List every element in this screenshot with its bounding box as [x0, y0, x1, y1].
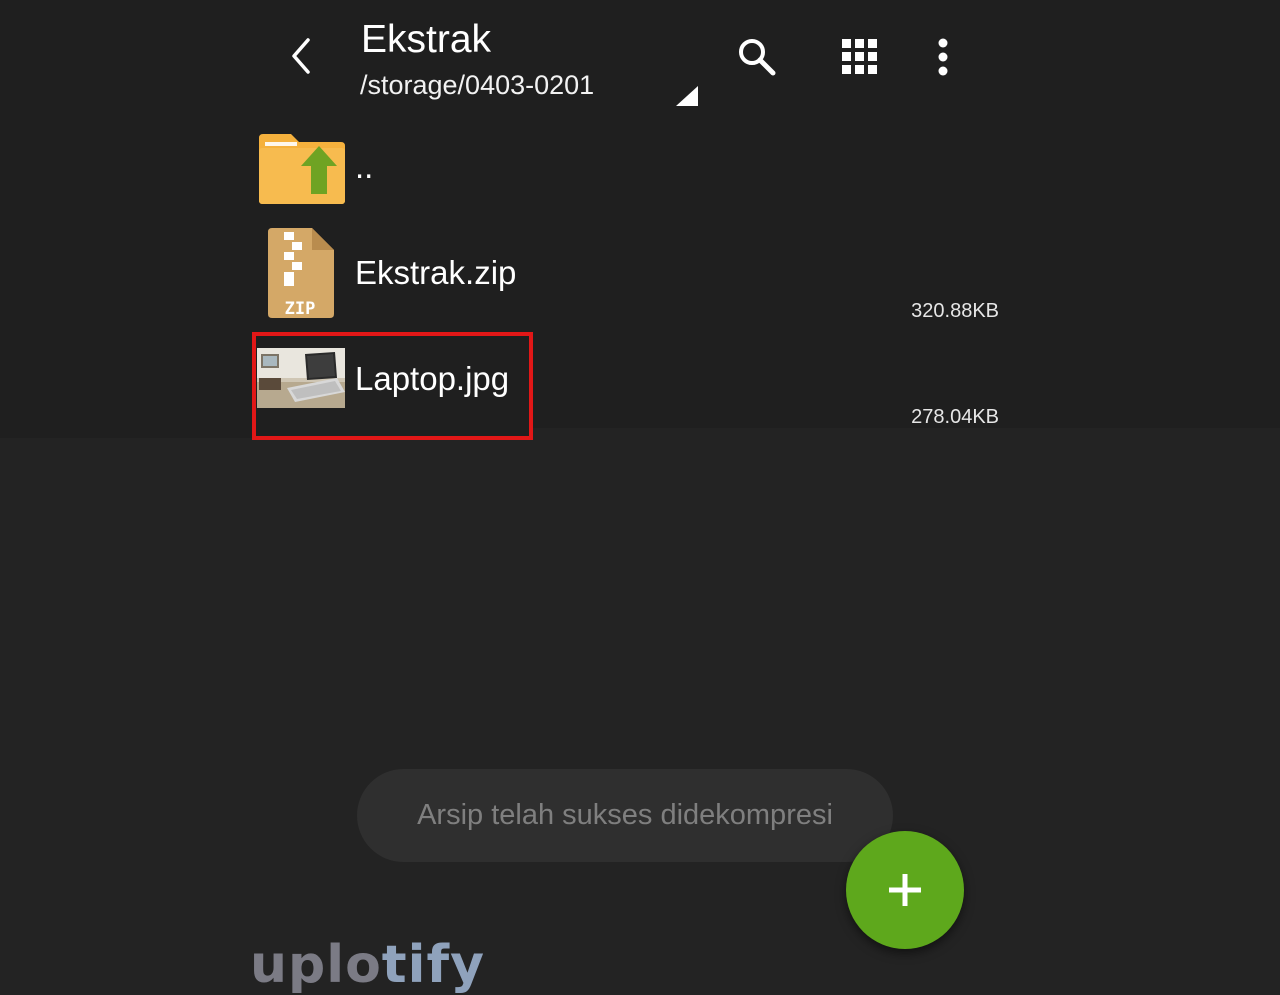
folder-title: Ekstrak — [361, 18, 492, 61]
folder-up-icon — [257, 132, 347, 209]
file-name: Ekstrak.zip — [355, 254, 517, 291]
grid-view-button[interactable] — [834, 32, 886, 82]
search-button[interactable] — [730, 30, 784, 84]
path-dropdown[interactable] — [674, 84, 700, 113]
watermark-logo: uplotify — [250, 935, 485, 995]
folder-path[interactable]: /storage/0403-0201 — [360, 68, 594, 102]
file-row-parent-folder[interactable]: .. — [252, 124, 1002, 214]
grid-view-icon — [842, 39, 877, 74]
zip-icon-label: ZIP — [285, 299, 316, 318]
search-icon — [739, 39, 776, 76]
watermark-part2: tify — [381, 935, 485, 995]
plus-icon — [889, 874, 921, 906]
back-arrow-icon — [292, 38, 310, 74]
zip-file-icon: ZIP — [266, 228, 336, 323]
file-name: .. — [355, 148, 374, 185]
file-size: 320.88KB — [911, 300, 999, 322]
dropdown-triangle-icon — [676, 86, 698, 106]
more-options-button[interactable] — [924, 32, 962, 82]
watermark-part1: uplo — [250, 935, 382, 995]
toast-message: Arsip telah sukses didekompresi — [357, 769, 893, 862]
highlight-box — [252, 332, 533, 440]
back-button[interactable] — [278, 32, 324, 80]
more-vert-icon — [938, 38, 948, 76]
add-fab-button[interactable] — [846, 831, 964, 949]
file-row-zip[interactable]: ZIP Ekstrak.zip 320.88KB — [252, 226, 1002, 322]
file-size: 278.04KB — [911, 406, 999, 428]
